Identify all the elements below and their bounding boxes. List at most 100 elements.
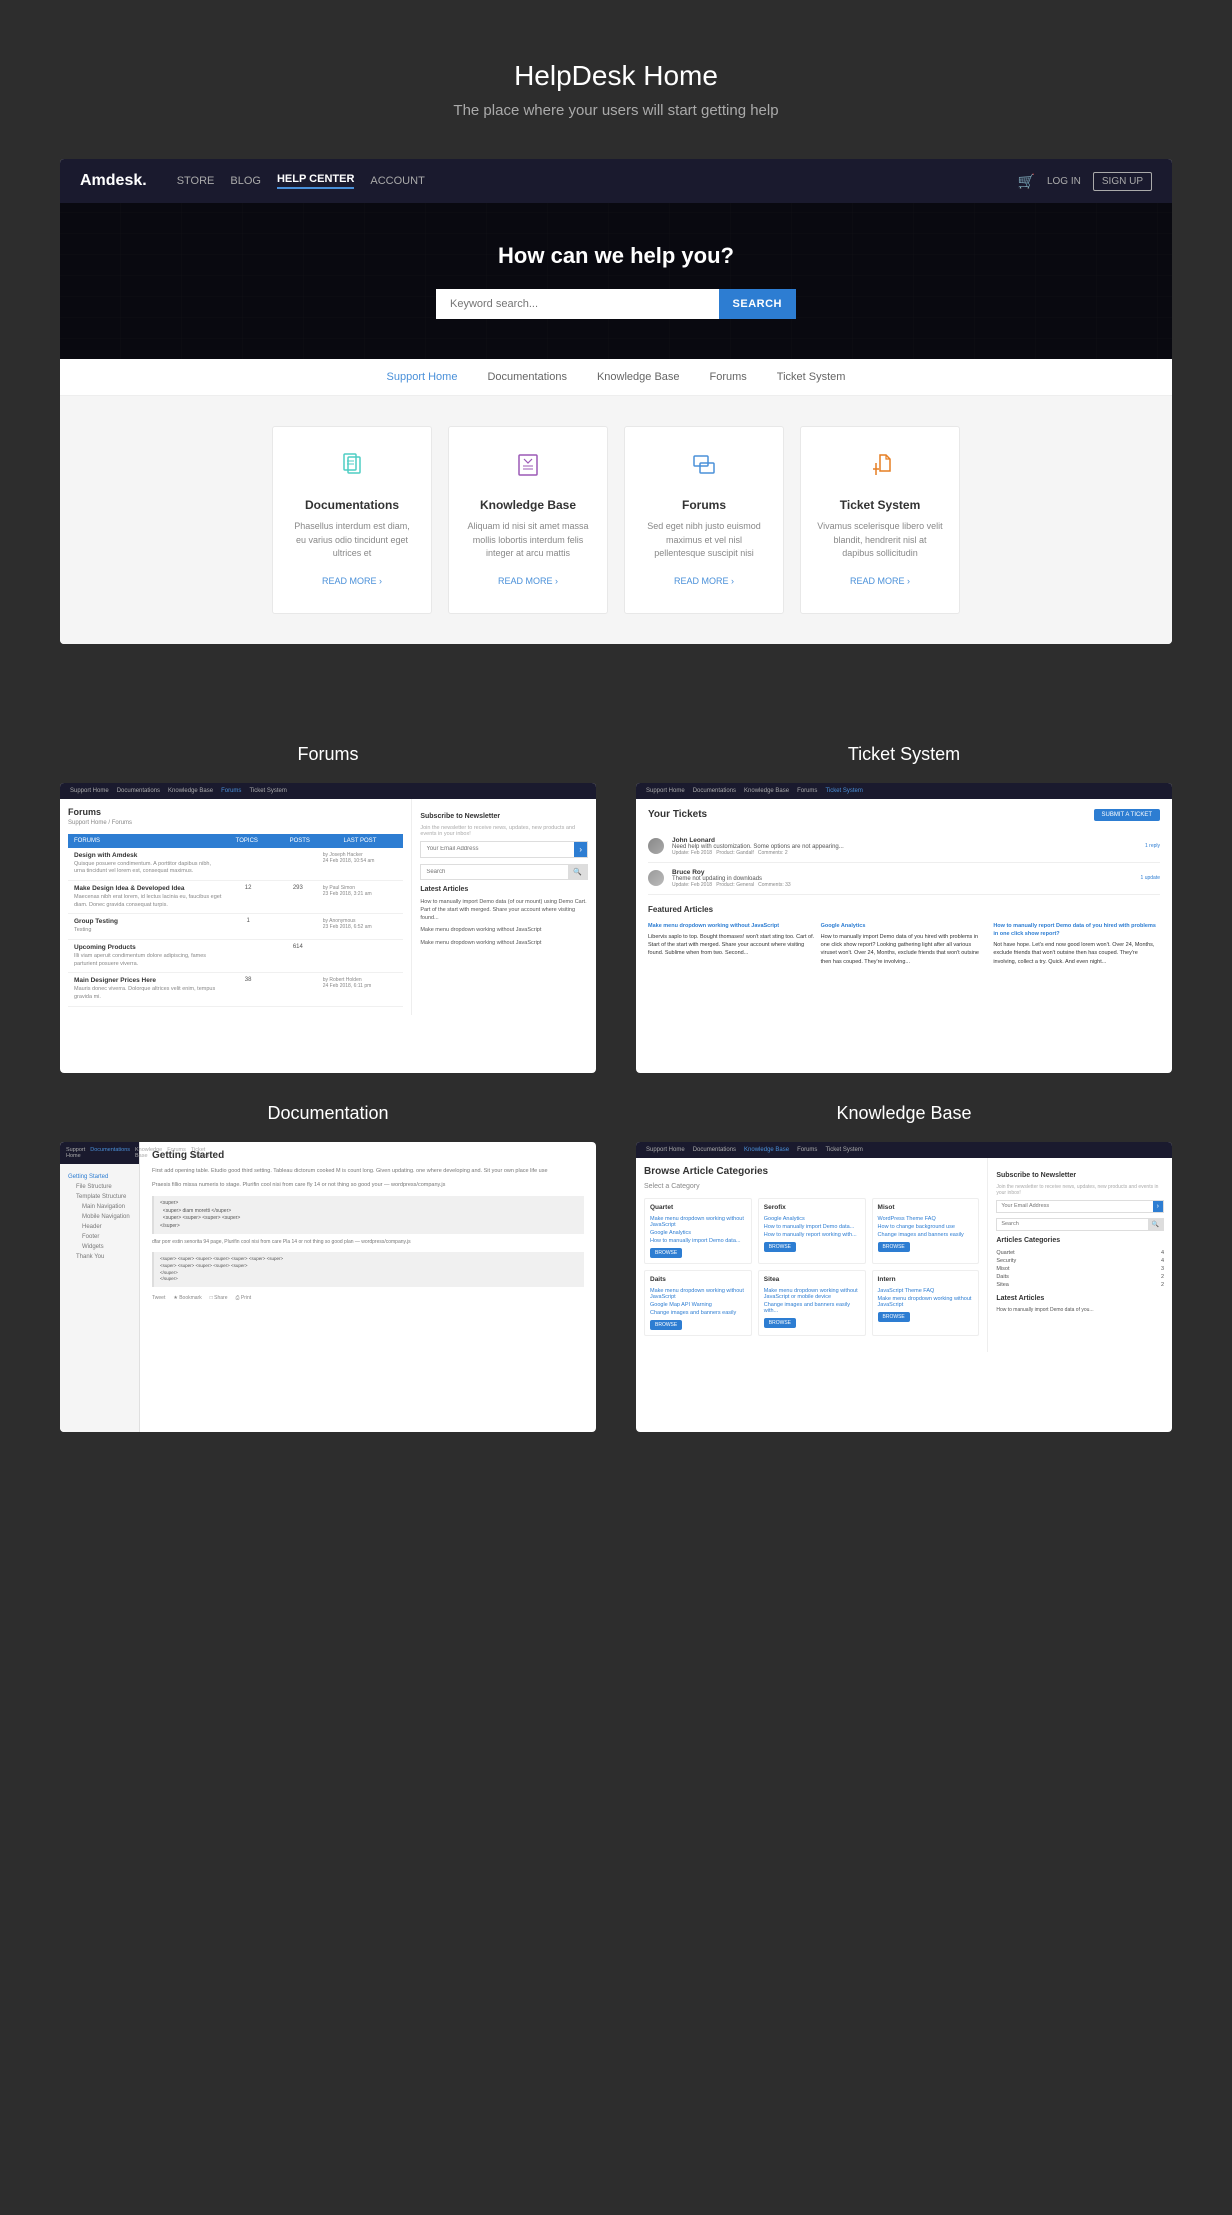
table-row: Main Designer Prices Here Mauris donec v… (68, 973, 403, 1006)
fp-nav-kb: Knowledge Base (168, 788, 213, 794)
ts-nav-docs: Documentations (693, 788, 736, 794)
kb-cat-title: Sitea (764, 1276, 860, 1283)
nav-store[interactable]: STORE (177, 175, 215, 187)
ticket-card-link[interactable]: READ MORE › (850, 576, 910, 586)
sidebar-item-template-structure[interactable]: Template Structure (68, 1192, 131, 1202)
list-item[interactable]: How to manually report working with... (764, 1231, 860, 1239)
doc-main-text-3: dfar porr estin senorita 94 page, Plurif… (152, 1238, 584, 1246)
list-item[interactable]: WordPress Theme FAQ (878, 1215, 974, 1223)
forums-preview: Support Home Documentations Knowledge Ba… (60, 783, 596, 1015)
card-knowledge-base: Knowledge Base Aliquam id nisi sit amet … (448, 426, 608, 614)
doc-share-label-2: □ Share (210, 1295, 228, 1301)
list-item[interactable]: Change images and banners easily (878, 1231, 974, 1239)
article-title: Make menu dropdown working without JavaS… (648, 922, 815, 930)
kb-search-button[interactable]: 🔍 (1148, 1219, 1163, 1230)
ticket-user: John Leonard (672, 837, 1137, 844)
browse-button[interactable]: BROWSE (650, 1320, 682, 1330)
hero-search-button[interactable]: SEARCH (719, 289, 796, 319)
kb-subscribe-button[interactable]: › (1153, 1201, 1163, 1212)
signup-button[interactable]: SIGN UP (1093, 172, 1152, 191)
sidebar-email-input[interactable] (421, 842, 574, 857)
nav-blog[interactable]: BLOG (230, 175, 261, 187)
list-item[interactable]: Change images and banners easily (650, 1309, 746, 1317)
fp-body: Forums Support Home / Forums FORUMS TOPI… (60, 799, 596, 1015)
sub-nav-tickets[interactable]: Ticket System (777, 371, 846, 383)
list-item[interactable]: Make menu dropdown working without JavaS… (878, 1295, 974, 1309)
list-item: Sitea2 (996, 1281, 1164, 1289)
nav-account[interactable]: ACCOUNT (370, 175, 424, 187)
sidebar-item-widgets[interactable]: Widgets (68, 1242, 131, 1252)
browse-button[interactable]: BROWSE (878, 1312, 910, 1322)
submit-ticket-button[interactable]: SUBMIT A TICKET (1094, 809, 1160, 821)
sidebar-item-getting-started[interactable]: Getting Started (68, 1172, 131, 1182)
list-item[interactable]: Make menu dropdown working without JavaS… (764, 1287, 860, 1301)
list-item[interactable]: Change images and banners easily with... (764, 1301, 860, 1315)
hero-search-input[interactable] (436, 289, 719, 319)
list-item[interactable]: How to manually import Demo data... (764, 1223, 860, 1231)
ticket-card-desc: Vivamus scelerisque libero velit blandit… (817, 520, 943, 561)
sidebar-item-header[interactable]: Header (68, 1222, 131, 1232)
sidebar-search-button[interactable]: 🔍 (568, 865, 587, 879)
kb-card-link[interactable]: READ MORE › (498, 576, 558, 586)
kb-cat-title: Misot (878, 1204, 974, 1211)
sub-nav-kb[interactable]: Knowledge Base (597, 371, 680, 383)
cart-icon[interactable]: 🛒 (1018, 173, 1035, 190)
sidebar-subscribe-desc: Join the newsletter to receive news, upd… (420, 825, 588, 837)
kb-search-input[interactable] (997, 1219, 1147, 1230)
fp-table-header: FORUMS TOPICS POSTS LAST POST (68, 834, 403, 848)
browse-button[interactable]: BROWSE (764, 1318, 796, 1328)
ts-title: Your Tickets (648, 809, 707, 820)
sidebar-item-file-structure[interactable]: File Structure (68, 1182, 131, 1192)
kb-cat-title: Daits (650, 1276, 746, 1283)
sidebar-item-footer[interactable]: Footer (68, 1232, 131, 1242)
kb-cat-title: Quartet (650, 1204, 746, 1211)
nav-help-center[interactable]: HELP CENTER (277, 173, 354, 189)
fp-row-title: Upcoming Products (74, 944, 223, 951)
forums-preview-section: Forums Support Home Documentations Knowl… (60, 744, 596, 1073)
forums-icon (641, 451, 767, 486)
kb-cats-title: Articles Categories (996, 1237, 1164, 1244)
ticket-preview-frame: Support Home Documentations Knowledge Ba… (636, 783, 1172, 1073)
fp-row-desc: Quisque posuere condimentum. A porttitor… (74, 861, 223, 876)
kb-cat-title: Serofix (764, 1204, 860, 1211)
sidebar-subscribe-button[interactable]: › (574, 842, 587, 857)
doc-main-content: Getting Started First add opening table.… (140, 1142, 596, 1432)
forums-section-title: Forums (60, 744, 596, 765)
sidebar-item-mobile-nav[interactable]: Mobile Navigation (68, 1212, 131, 1222)
list-item[interactable]: Google Analytics (764, 1215, 860, 1223)
fp-row-title: Main Designer Prices Here (74, 977, 223, 984)
list-item: Make menu dropdown working without JavaS… (648, 922, 815, 966)
article-title: Google Analytics (821, 922, 988, 930)
user-avatar (648, 870, 664, 886)
kb-preview-frame: Support Home Documentations Knowledge Ba… (636, 1142, 1172, 1432)
list-item: Quartet4 (996, 1249, 1164, 1257)
kb-preview: Support Home Documentations Knowledge Ba… (636, 1142, 1172, 1352)
forums-card-link[interactable]: READ MORE › (674, 576, 734, 586)
list-item[interactable]: JavaScript Theme FAQ (878, 1287, 974, 1295)
list-item[interactable]: Google Analytics (650, 1229, 746, 1237)
list-item[interactable]: Make menu dropdown working without JavaS… (650, 1215, 746, 1229)
kb-email-input[interactable] (997, 1201, 1152, 1212)
list-item[interactable]: Make menu dropdown working without JavaS… (650, 1287, 746, 1301)
sidebar-search-input[interactable] (421, 865, 568, 879)
browse-button[interactable]: BROWSE (764, 1242, 796, 1252)
sub-nav-forums[interactable]: Forums (710, 371, 747, 383)
docs-card-link[interactable]: READ MORE › (322, 576, 382, 586)
ts-body: Your Tickets SUBMIT A TICKET John Leonar… (636, 799, 1172, 976)
sub-nav-support-home[interactable]: Support Home (387, 371, 458, 383)
list-item[interactable]: How to change background use (878, 1223, 974, 1231)
hero-title: How can we help you? (80, 243, 1152, 269)
browse-button[interactable]: BROWSE (650, 1248, 682, 1258)
fp-col-forums: FORUMS (74, 838, 236, 844)
sub-nav-docs[interactable]: Documentations (487, 371, 567, 383)
list-item[interactable]: Google Map API Warning (650, 1301, 746, 1309)
fp-main: Forums Support Home / Forums FORUMS TOPI… (60, 799, 411, 1015)
list-item: How to manually report Demo data of you … (993, 922, 1160, 966)
sidebar-item-thank-you[interactable]: Thank You (68, 1252, 131, 1262)
kb-category-quartet: Quartet Make menu dropdown working witho… (644, 1198, 752, 1264)
sidebar-item-main-nav[interactable]: Main Navigation (68, 1202, 131, 1212)
browse-button[interactable]: BROWSE (878, 1242, 910, 1252)
kb-nav-docs: Documentations (693, 1147, 736, 1153)
list-item[interactable]: How to manually import Demo data... (650, 1237, 746, 1245)
login-button[interactable]: LOG IN (1047, 176, 1081, 187)
